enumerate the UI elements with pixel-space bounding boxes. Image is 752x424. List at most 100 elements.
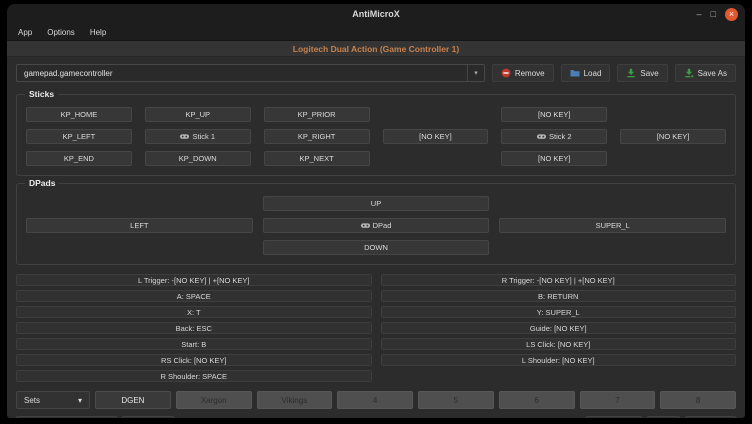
menubar: App Options Help (7, 24, 745, 41)
ls-click-button[interactable]: LS Click: [NO KEY] (381, 338, 737, 350)
dpad-down-button[interactable]: DOWN (263, 240, 490, 255)
empty-cell (383, 107, 489, 122)
chevron-down-icon: ▾ (78, 396, 82, 405)
remove-button[interactable]: Remove (492, 64, 554, 82)
load-icon (570, 68, 580, 78)
maximize-icon[interactable]: □ (711, 10, 716, 19)
sticks-grid: KP_HOME KP_UP KP_PRIOR [NO KEY] KP_LEFT … (26, 107, 726, 166)
rs-click-button[interactable]: RS Click: [NO KEY] (16, 354, 372, 366)
stick1-up-button[interactable]: KP_UP (145, 107, 251, 122)
empty-cell (499, 196, 726, 211)
set-tab-4[interactable]: 4 (337, 391, 413, 409)
minimize-icon[interactable]: – (697, 10, 702, 19)
r-trigger-button[interactable]: R Trigger: -[NO KEY] | +[NO KEY] (381, 274, 737, 286)
sticks-group: Sticks KP_HOME KP_UP KP_PRIOR [NO KEY] K… (16, 94, 736, 176)
load-button-label: Load (584, 69, 602, 78)
save-as-button-label: Save As (698, 69, 727, 78)
l-trigger-button[interactable]: L Trigger: -[NO KEY] | +[NO KEY] (16, 274, 372, 286)
controller-tab-label: Logitech Dual Action (Game Controller 1) (293, 44, 459, 54)
window-controls: – □ × (697, 4, 738, 24)
dpads-group-label: DPads (25, 178, 59, 188)
close-icon[interactable]: × (725, 8, 738, 21)
menu-help[interactable]: Help (83, 26, 113, 39)
save-as-icon (684, 68, 694, 78)
app-window: AntiMicroX – □ × App Options Help Logite… (7, 4, 745, 418)
dpads-group: DPads UP LEFT DPad SUPER_L DOWN (16, 183, 736, 265)
dpad-right-button[interactable]: SUPER_L (499, 218, 726, 233)
sets-row: Sets ▾ DGEN Xargon Vikings 4 5 6 7 8 (16, 391, 736, 409)
set-tab-2[interactable]: Xargon (176, 391, 252, 409)
set-tab-5[interactable]: 5 (418, 391, 494, 409)
set-tab-8[interactable]: 8 (660, 391, 736, 409)
controller-mapping-button[interactable]: Controller Mapping (16, 416, 117, 418)
quick-set-button[interactable]: Quick Set (122, 416, 175, 418)
sticks-group-label: Sticks (25, 89, 58, 99)
load-button[interactable]: Load (561, 64, 611, 82)
dpad-button[interactable]: DPad (263, 218, 490, 233)
stick1-label: Stick 1 (192, 132, 215, 141)
dpad-left-button[interactable]: LEFT (26, 218, 253, 233)
stick1-down-left-button[interactable]: KP_END (26, 151, 132, 166)
y-button[interactable]: Y: SUPER_L (381, 306, 737, 318)
empty-cell (499, 240, 726, 255)
reset-button[interactable]: ↻ Reset (685, 416, 736, 418)
start-button[interactable]: Start: B (16, 338, 372, 350)
stick2-right-button[interactable]: [NO KEY] (620, 129, 726, 144)
window-title: AntiMicroX (352, 9, 400, 19)
stick2-button[interactable]: Stick 2 (501, 129, 607, 144)
save-as-button[interactable]: Save As (675, 64, 736, 82)
stick1-up-left-button[interactable]: KP_HOME (26, 107, 132, 122)
menu-app[interactable]: App (11, 26, 39, 39)
empty-cell (26, 240, 253, 255)
controller-tab[interactable]: Logitech Dual Action (Game Controller 1) (7, 41, 745, 57)
stick2-left-button[interactable]: [NO KEY] (383, 129, 489, 144)
stick2-label: Stick 2 (549, 132, 572, 141)
remove-icon (501, 68, 511, 78)
r-shoulder-button[interactable]: R Shoulder: SPACE (16, 370, 372, 382)
stick1-down-right-button[interactable]: KP_NEXT (264, 151, 370, 166)
remove-button-label: Remove (515, 69, 545, 78)
save-button-label: Save (640, 69, 658, 78)
save-icon (626, 68, 636, 78)
joystick-icon (180, 133, 189, 140)
profile-combobox[interactable]: gamepad.gamecontroller ▾ (16, 64, 485, 82)
button-mappings: L Trigger: -[NO KEY] | +[NO KEY] R Trigg… (16, 274, 736, 382)
a-button[interactable]: A: SPACE (16, 290, 372, 302)
stick2-down-button[interactable]: [NO KEY] (501, 151, 607, 166)
l-shoulder-button[interactable]: L Shoulder: [NO KEY] (381, 354, 737, 366)
empty-cell (381, 370, 737, 382)
dpad-label: DPad (373, 221, 392, 230)
sets-dropdown[interactable]: Sets ▾ (16, 391, 90, 409)
stick1-down-button[interactable]: KP_DOWN (145, 151, 251, 166)
bottom-bar: Controller Mapping Quick Set Names Pref … (16, 416, 736, 418)
empty-cell (383, 151, 489, 166)
empty-cell (26, 196, 253, 211)
set-tab-7[interactable]: 7 (580, 391, 656, 409)
menu-options[interactable]: Options (40, 26, 82, 39)
sets-dropdown-label: Sets (24, 396, 40, 405)
x-button[interactable]: X: T (16, 306, 372, 318)
joystick-icon (537, 133, 546, 140)
stick1-up-right-button[interactable]: KP_PRIOR (264, 107, 370, 122)
back-button[interactable]: Back: ESC (16, 322, 372, 334)
empty-cell (620, 107, 726, 122)
save-button[interactable]: Save (617, 64, 667, 82)
empty-cell (620, 151, 726, 166)
profile-row: gamepad.gamecontroller ▾ Remove Load Sav… (16, 64, 736, 82)
stick1-button[interactable]: Stick 1 (145, 129, 251, 144)
stick1-left-button[interactable]: KP_LEFT (26, 129, 132, 144)
set-tab-1[interactable]: DGEN (95, 391, 171, 409)
dpads-grid: UP LEFT DPad SUPER_L DOWN (26, 196, 726, 255)
main-content: gamepad.gamecontroller ▾ Remove Load Sav… (7, 57, 745, 418)
titlebar: AntiMicroX – □ × (7, 4, 745, 24)
set-tab-3[interactable]: Vikings (257, 391, 333, 409)
joystick-icon (361, 222, 370, 229)
guide-button[interactable]: Guide: [NO KEY] (381, 322, 737, 334)
stick2-up-button[interactable]: [NO KEY] (501, 107, 607, 122)
b-button[interactable]: B: RETURN (381, 290, 737, 302)
names-button[interactable]: Names (586, 416, 642, 418)
dpad-up-button[interactable]: UP (263, 196, 490, 211)
pref-button[interactable]: Pref (647, 416, 680, 418)
stick1-right-button[interactable]: KP_RIGHT (264, 129, 370, 144)
set-tab-6[interactable]: 6 (499, 391, 575, 409)
